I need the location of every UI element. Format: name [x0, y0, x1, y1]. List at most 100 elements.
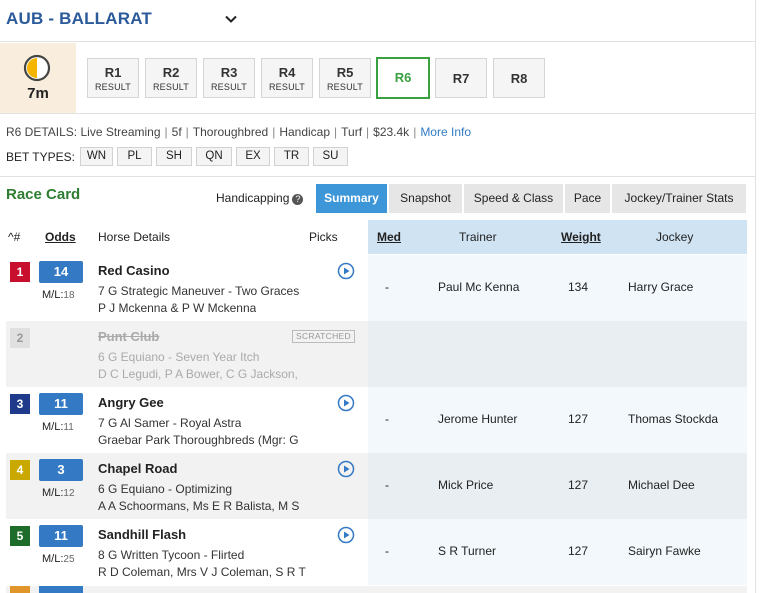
horse-owners: R D Coleman, Mrs V J Coleman, S R T [98, 565, 306, 579]
handicapping-label: Handicapping? [216, 191, 304, 205]
venue-header: AUB - BALLARAT [0, 0, 755, 42]
help-icon[interactable]: ? [292, 194, 304, 205]
col-med[interactable]: Med [377, 230, 401, 244]
bet-types: BET TYPES: WN PL SH QN EX TR SU [0, 146, 755, 177]
race-button-r6[interactable]: R6 [376, 57, 430, 99]
race-button-r2[interactable]: R2 RESULT [145, 58, 197, 98]
horse-breeding: 7 G Al Samer - Royal Astra [98, 416, 242, 430]
bet-type-su[interactable]: SU [313, 147, 348, 166]
race-status: RESULT [326, 82, 364, 92]
race-button-r8[interactable]: R8 [493, 58, 545, 98]
morning-line-value: 12 [63, 488, 75, 499]
play-video-icon[interactable] [337, 394, 355, 412]
trainer-name: S R Turner [438, 544, 497, 558]
morning-line-value: 18 [63, 290, 75, 301]
tab-pace[interactable]: Pace [565, 184, 611, 213]
venue-title[interactable]: AUB - BALLARAT [6, 9, 152, 29]
race-number: R7 [452, 71, 470, 86]
play-video-icon[interactable] [337, 526, 355, 544]
odds-button[interactable]: 14 [39, 261, 83, 283]
tab-snapshot[interactable]: Snapshot [389, 184, 463, 213]
table-row: 5 11 M/L:25 Sandhill Flash 8 G Written Tycoo… [6, 519, 747, 585]
odds-button[interactable]: 11 [39, 525, 83, 547]
horse-owners: D C Legudi, P A Bower, C G Jackson, [98, 367, 298, 381]
weight-value: 127 [568, 412, 589, 426]
bet-type-qn[interactable]: QN [196, 147, 232, 166]
details-label: R6 DETAILS: [6, 125, 78, 139]
bet-type-ex[interactable]: EX [236, 147, 270, 166]
race-button-r1[interactable]: R1 RESULT [87, 58, 139, 98]
separator: | [366, 125, 370, 139]
bet-type-pl[interactable]: PL [117, 147, 152, 166]
tab-speed-class[interactable]: Speed & Class [464, 184, 564, 213]
right-divider [755, 0, 756, 593]
countdown-timer: 7m [0, 43, 76, 113]
morning-line: M/L:25 [42, 553, 75, 565]
col-odds[interactable]: Odds [45, 230, 76, 244]
odds-button[interactable]: 11 [39, 393, 83, 415]
horse-name[interactable]: Punt Club [98, 329, 159, 344]
tab-jockey-trainer-stats[interactable]: Jockey/Trainer Stats [612, 184, 747, 213]
runner-number-badge: 1 [10, 262, 30, 282]
jockey-name: Thomas Stockda [628, 412, 719, 426]
col-num[interactable]: ^# [8, 230, 20, 244]
horse-name[interactable]: Red Casino [98, 263, 170, 278]
odds-button[interactable] [39, 586, 83, 593]
horse-name[interactable]: Sandhill Flash [98, 527, 186, 542]
race-status: RESULT [268, 82, 306, 92]
detail-surface: Turf [341, 125, 363, 139]
runner-number-badge: 5 [10, 526, 30, 546]
race-button-r5[interactable]: R5 RESULT [319, 58, 371, 98]
detail-live-streaming: Live Streaming [80, 125, 161, 139]
runner-number-badge: 2 [10, 328, 30, 348]
tab-summary[interactable]: Summary [316, 184, 388, 213]
bet-type-tr[interactable]: TR [274, 147, 309, 166]
trainer-name: Mick Price [438, 478, 494, 492]
horse-name[interactable]: Angry Gee [98, 395, 164, 410]
more-info-link[interactable]: More Info [420, 125, 471, 139]
horse-name[interactable]: Chapel Road [98, 461, 177, 476]
col-jockey: Jockey [656, 230, 694, 244]
race-button-r7[interactable]: R7 [435, 58, 487, 98]
race-button-r3[interactable]: R3 RESULT [203, 58, 255, 98]
bet-type-wn[interactable]: WN [80, 147, 113, 166]
race-button-r4[interactable]: R4 RESULT [261, 58, 313, 98]
detail-race-type: Handicap [279, 125, 331, 139]
play-video-icon[interactable] [337, 262, 355, 280]
trainer-name: Paul Mc Kenna [438, 280, 520, 294]
detail-purse: $23.4k [373, 125, 410, 139]
runner-number-badge: 3 [10, 394, 30, 414]
play-video-icon[interactable] [337, 460, 355, 478]
chevron-down-icon[interactable] [222, 10, 240, 28]
morning-line-label: M/L: [42, 487, 64, 499]
race-number: R8 [510, 71, 528, 86]
horse-breeding: 6 G Equiano - Seven Year Itch [98, 350, 260, 364]
jockey-name: Harry Grace [628, 280, 694, 294]
race-number: R3 [220, 65, 238, 80]
weight-value: 134 [568, 280, 589, 294]
medication-value: - [385, 478, 389, 492]
weight-value: 127 [568, 478, 589, 492]
col-weight[interactable]: Weight [561, 230, 601, 244]
race-number: R2 [162, 65, 180, 80]
bet-type-sh[interactable]: SH [156, 147, 192, 166]
separator: | [272, 125, 276, 139]
morning-line: M/L:12 [42, 487, 75, 499]
odds-button[interactable]: 3 [39, 459, 83, 481]
detail-breed: Thoroughbred [192, 125, 269, 139]
runner-number-badge [10, 586, 30, 593]
morning-line-label: M/L: [42, 553, 64, 565]
morning-line-label: M/L: [42, 289, 64, 301]
table-row-partial [6, 586, 747, 593]
separator: | [164, 125, 168, 139]
countdown-text: 7m [27, 85, 49, 102]
detail-distance: 5f [171, 125, 182, 139]
col-trainer: Trainer [459, 230, 497, 244]
trainer-name: Jerome Hunter [438, 412, 518, 426]
separator: | [334, 125, 338, 139]
medication-value: - [385, 280, 389, 294]
race-selector: 7m R1 RESULT R2 RESULT R3 RESULT R4 RESULT R5 RES… [0, 43, 755, 114]
race-number: R4 [278, 65, 296, 80]
separator: | [185, 125, 189, 139]
race-status: RESULT [210, 82, 248, 92]
